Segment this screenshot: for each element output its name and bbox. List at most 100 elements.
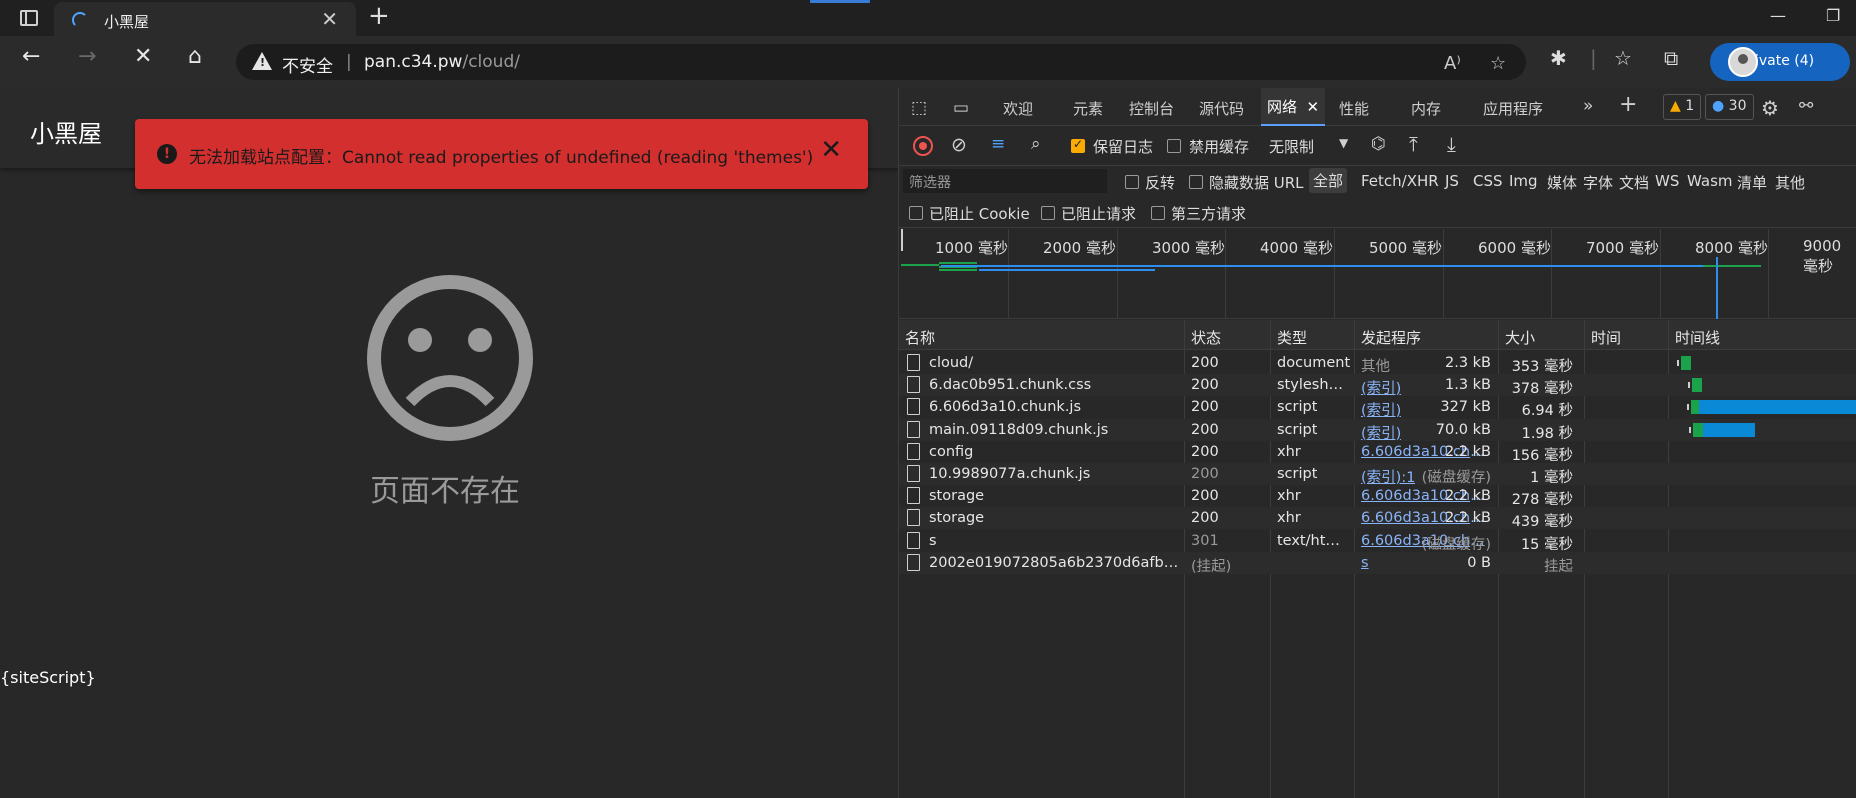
- cell-initiator[interactable]: (索引): [1361, 399, 1401, 420]
- minimize-icon[interactable]: —: [1770, 6, 1786, 25]
- network-conditions-icon[interactable]: ⌬: [1371, 134, 1386, 154]
- hide-data-urls-checkbox[interactable]: [1189, 175, 1203, 189]
- filter-type-doc[interactable]: 文档: [1619, 172, 1649, 193]
- invert-checkbox[interactable]: [1125, 175, 1139, 189]
- table-row[interactable]: config200xhr6.606d3a10.chunk...2.2 kB156…: [899, 441, 1856, 464]
- site-script-placeholder: {siteScript}: [0, 668, 96, 687]
- filter-type-js[interactable]: JS: [1445, 172, 1459, 190]
- restore-icon[interactable]: ❐: [1826, 6, 1840, 25]
- overview-gridline: [1225, 229, 1226, 319]
- tab-elements[interactable]: 元素: [1073, 98, 1103, 119]
- table-row[interactable]: 2002e019072805a6b2370d6afba77... (挂起) s 0 B…: [899, 551, 1856, 575]
- table-row[interactable]: storage200xhr6.606d3a10.chunk...2.2 kB43…: [899, 507, 1856, 530]
- favorite-add-icon[interactable]: ☆: [1490, 53, 1506, 74]
- filter-icon[interactable]: ≡: [991, 134, 1005, 154]
- third-party-checkbox[interactable]: [1151, 206, 1165, 220]
- preserve-log-checkbox[interactable]: [1071, 137, 1085, 153]
- inspect-element-icon[interactable]: ⬚: [911, 98, 927, 118]
- waterfall-wait-bar: [1691, 400, 1699, 415]
- column-header-time[interactable]: 时间: [1591, 327, 1621, 348]
- column-header-waterfall[interactable]: 时间线: [1675, 327, 1720, 348]
- cell-initiator[interactable]: 其他: [1361, 355, 1390, 376]
- filter-type-ws[interactable]: WS: [1655, 172, 1679, 190]
- import-har-icon[interactable]: ⤒: [1409, 132, 1418, 156]
- inprivate-profile-button[interactable]: InPrivate (4): [1710, 43, 1850, 81]
- record-button[interactable]: [913, 136, 933, 156]
- table-row[interactable]: main.09118d09.chunk.js 200 script (索引) 70.0 …: [899, 418, 1856, 443]
- filter-type-img[interactable]: Img: [1509, 172, 1538, 190]
- insecure-label[interactable]: 不安全: [282, 52, 333, 77]
- column-header-initiator[interactable]: 发起程序: [1361, 327, 1421, 348]
- table-row[interactable]: 10.9989077a.chunk.js 200 script (索引):1 (磁盘缓存…: [899, 463, 1856, 487]
- back-button[interactable]: ←: [22, 46, 40, 68]
- filter-type-css[interactable]: CSS: [1473, 172, 1503, 190]
- filter-type-all[interactable]: 全部: [1309, 168, 1348, 193]
- collections-icon[interactable]: ⧉: [1664, 46, 1678, 70]
- cell-initiator[interactable]: s: [1361, 555, 1369, 571]
- filter-type-font[interactable]: 字体: [1583, 172, 1613, 193]
- tab-close-icon[interactable]: ✕: [321, 7, 338, 31]
- more-tabs-icon[interactable]: »: [1583, 96, 1593, 116]
- add-tool-icon[interactable]: +: [1619, 92, 1637, 117]
- column-header-name[interactable]: 名称: [905, 327, 935, 348]
- url-text[interactable]: pan.c34.pw/cloud/: [364, 52, 520, 72]
- tab-sources[interactable]: 源代码: [1199, 98, 1244, 119]
- tab-performance[interactable]: 性能: [1339, 98, 1369, 119]
- cell-initiator[interactable]: (索引): [1361, 422, 1401, 443]
- new-tab-button[interactable]: +: [368, 3, 390, 29]
- blocked-requests-checkbox[interactable]: [1041, 206, 1055, 220]
- address-bar[interactable]: 不安全 | pan.c34.pw/cloud/ A⁾ ☆: [236, 44, 1526, 80]
- extensions-icon[interactable]: ✱: [1550, 46, 1567, 70]
- site-brand[interactable]: 小黑屋: [30, 114, 102, 149]
- messages-badge[interactable]: ● 30: [1705, 94, 1754, 120]
- throttling-select[interactable]: 无限制: [1269, 136, 1314, 157]
- customize-icon[interactable]: ⚯: [1799, 96, 1813, 116]
- filter-type-media[interactable]: 媒体: [1547, 172, 1577, 193]
- file-icon: [907, 553, 920, 571]
- column-header-size[interactable]: 大小: [1505, 327, 1535, 348]
- warnings-badge[interactable]: ▲ 1: [1663, 94, 1702, 120]
- device-emulation-icon[interactable]: ▭: [953, 98, 969, 118]
- filter-type-manifest[interactable]: 清单: [1737, 172, 1767, 193]
- stop-loading-button[interactable]: ✕: [134, 46, 152, 68]
- cell-initiator[interactable]: (索引):1: [1361, 466, 1415, 487]
- chevron-down-icon[interactable]: ▼: [1339, 136, 1348, 150]
- forward-button[interactable]: →: [78, 46, 96, 68]
- warning-icon[interactable]: [252, 52, 272, 70]
- close-toast-button[interactable]: ✕: [820, 135, 842, 165]
- search-icon[interactable]: ⌕: [1031, 134, 1041, 154]
- settings-gear-icon[interactable]: ⚙: [1761, 96, 1779, 120]
- disable-cache-checkbox[interactable]: [1167, 139, 1181, 153]
- export-har-icon[interactable]: ⤓: [1447, 132, 1456, 156]
- table-row[interactable]: storage200xhr6.606d3a10.chunk...2.2 kB27…: [899, 485, 1856, 508]
- blocked-cookies-checkbox[interactable]: [909, 206, 923, 220]
- filter-type-other[interactable]: 其他: [1775, 172, 1805, 193]
- column-header-status[interactable]: 状态: [1191, 327, 1221, 348]
- error-message: 无法加载站点配置：Cannot read properties of undef…: [189, 148, 814, 168]
- cell-type: stylesheet: [1277, 377, 1351, 394]
- read-aloud-icon[interactable]: A⁾: [1444, 53, 1461, 74]
- tab-network[interactable]: 网络 ✕: [1261, 88, 1326, 126]
- filter-type-wasm[interactable]: Wasm: [1687, 172, 1733, 190]
- overview-gridline: [1660, 229, 1661, 319]
- overview-tick: 5000 毫秒: [1369, 239, 1442, 257]
- filter-type-fetch-xhr[interactable]: Fetch/XHR: [1361, 172, 1439, 190]
- clear-icon[interactable]: ⊘: [951, 134, 967, 156]
- table-row[interactable]: s301text/html...6.606d3a10.chunk...(磁盘缓存…: [899, 530, 1856, 553]
- favorites-icon[interactable]: ☆: [1614, 46, 1632, 70]
- table-row[interactable]: cloud/200 document 其他 2.3 kB 353 毫秒: [899, 352, 1856, 376]
- tab-memory[interactable]: 内存: [1411, 98, 1441, 119]
- cell-time: 挂起: [1544, 558, 1573, 575]
- home-icon[interactable]: ⌂: [188, 46, 202, 68]
- table-row[interactable]: 6.dac0b951.chunk.css 200 stylesheet (索引) 1.3…: [899, 374, 1856, 398]
- browser-tab[interactable]: 小黑屋 ✕: [54, 2, 356, 38]
- tab-welcome[interactable]: 欢迎: [1003, 98, 1033, 119]
- table-row[interactable]: 6.606d3a10.chunk.js 200 script (索引) 327 kB 6.…: [899, 396, 1856, 420]
- network-overview[interactable]: 1000 毫秒 2000 毫秒 3000 毫秒 4000 毫秒 5000 毫秒 …: [899, 229, 1856, 319]
- tab-application[interactable]: 应用程序: [1483, 98, 1543, 119]
- filter-input[interactable]: 筛选器: [903, 169, 1107, 193]
- cell-initiator[interactable]: (索引): [1361, 377, 1401, 398]
- tab-console[interactable]: 控制台: [1129, 98, 1174, 119]
- column-header-type[interactable]: 类型: [1277, 327, 1307, 348]
- tab-actions-icon[interactable]: [20, 10, 38, 26]
